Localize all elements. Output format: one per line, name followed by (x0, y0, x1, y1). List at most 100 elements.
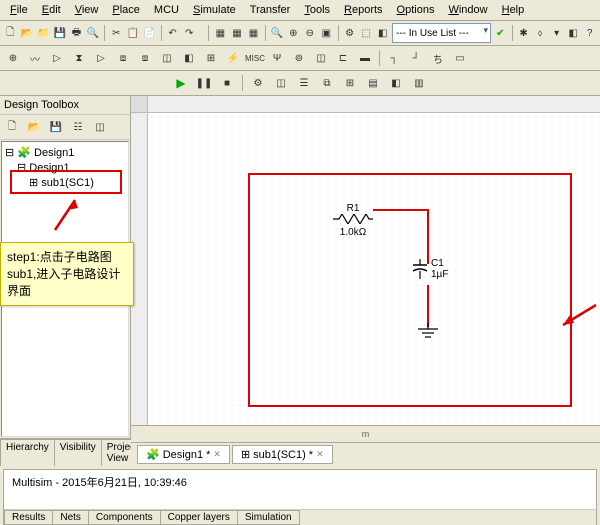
menu-file[interactable]: FFileile (4, 2, 34, 18)
menu-place[interactable]: Place (106, 2, 146, 18)
close-tab-icon[interactable]: ✕ (213, 449, 221, 460)
help-icon[interactable]: ? (582, 23, 597, 43)
ground-symbol[interactable] (416, 323, 440, 344)
run-icon[interactable]: ▶ (171, 73, 191, 93)
tool-f-icon[interactable]: ▾ (549, 23, 564, 43)
comp-conn-icon[interactable]: ⊏ (333, 48, 353, 68)
place-hier-icon[interactable]: ち (428, 48, 448, 68)
comp-cmos-icon[interactable]: ⧈ (135, 48, 155, 68)
tab-nets[interactable]: Nets (52, 510, 89, 525)
tab-design1[interactable]: 🧩 Design1 * ✕ (137, 445, 230, 464)
new-file-icon[interactable]: 🗋 (3, 23, 18, 43)
place-text-icon[interactable]: ▭ (450, 48, 470, 68)
dt-new-icon[interactable]: 🗋 (2, 117, 22, 137)
preview-icon[interactable]: 🔍 (86, 23, 101, 43)
sim-tool3-icon[interactable]: ⧉ (317, 73, 337, 93)
menu-view[interactable]: View (69, 2, 105, 18)
in-use-list-combo[interactable]: --- In Use List --- (392, 23, 491, 43)
menu-reports[interactable]: Reports (338, 2, 389, 18)
comp-trans-icon[interactable]: ⧗ (69, 48, 89, 68)
comp-misc-icon[interactable]: ◫ (157, 48, 177, 68)
comp-rf-icon[interactable]: Ψ (267, 48, 287, 68)
tab-sub1[interactable]: ⊞ sub1(SC1) * ✕ (232, 445, 333, 464)
dt-tool2-icon[interactable]: ◫ (90, 117, 110, 137)
tab-components[interactable]: Components (88, 510, 161, 525)
place-bus-icon[interactable]: ┐ (384, 48, 404, 68)
scrollbar-horizontal[interactable]: m (131, 425, 600, 442)
undo-icon[interactable]: ↶ (165, 23, 180, 43)
place-junc-icon[interactable]: ┘ (406, 48, 426, 68)
comp-source-icon[interactable]: 〰 (25, 48, 45, 68)
menu-edit[interactable]: Edit (36, 2, 67, 18)
tool-a-icon[interactable]: ⚙ (342, 23, 357, 43)
close-tab-icon[interactable]: ✕ (316, 449, 324, 460)
copy-icon[interactable]: 📋 (126, 23, 141, 43)
tab-copper-layers[interactable]: Copper layers (160, 510, 238, 525)
wire-2[interactable] (427, 209, 429, 264)
zoom4-icon[interactable]: ▣ (319, 23, 334, 43)
capacitor-c1[interactable]: C1 1µF (413, 258, 448, 280)
grid3-icon[interactable]: ▦ (246, 23, 261, 43)
sim-tool4-icon[interactable]: ⊞ (340, 73, 360, 93)
sim-tool7-icon[interactable]: ▥ (409, 73, 429, 93)
zoom2-icon[interactable]: ⊕ (286, 23, 301, 43)
interactive-icon[interactable]: ⚙ (248, 73, 268, 93)
tool-c-icon[interactable]: ◧ (375, 23, 390, 43)
comp-basic-icon[interactable]: ⊕ (3, 48, 23, 68)
tab-visibility[interactable]: Visibility (54, 439, 102, 466)
sim-tool2-icon[interactable]: ☰ (294, 73, 314, 93)
menu-tools[interactable]: Tools (298, 2, 336, 18)
comp-ind-icon[interactable]: ⊞ (201, 48, 221, 68)
resistor-r1[interactable]: R1 1.0kΩ (333, 203, 373, 238)
comp-analog-icon[interactable]: ▷ (91, 48, 111, 68)
sim-tool5-icon[interactable]: ▤ (363, 73, 383, 93)
check-icon[interactable]: ✔ (493, 23, 508, 43)
zoom1-icon[interactable]: 🔍 (269, 23, 284, 43)
sim-tool6-icon[interactable]: ◧ (386, 73, 406, 93)
tree-sub1[interactable]: ⊞ sub1(SC1) (5, 175, 125, 190)
tab-hierarchy[interactable]: Hierarchy (0, 439, 55, 466)
print-icon[interactable]: 🖶 (69, 23, 84, 43)
tab-results[interactable]: Results (4, 510, 53, 525)
tree-root[interactable]: ⊟ 🧩 Design1 (5, 145, 125, 160)
tool-b-icon[interactable]: ⬚ (359, 23, 374, 43)
tree-design1[interactable]: ⊟ Design1 (5, 160, 125, 175)
comp-mixed-icon[interactable]: ◧ (179, 48, 199, 68)
dt-tool1-icon[interactable]: ☷ (68, 117, 88, 137)
comp-power-icon[interactable]: ⚡ (223, 48, 243, 68)
comp-ttl-icon[interactable]: ⧈ (113, 48, 133, 68)
comp-em-icon[interactable]: ⊚ (289, 48, 309, 68)
redo-icon[interactable]: ↷ (182, 23, 197, 43)
stop-icon[interactable]: ■ (217, 73, 237, 93)
comp-diode-icon[interactable]: ▷ (47, 48, 67, 68)
comp-ni-icon[interactable]: ◫ (311, 48, 331, 68)
design-tree[interactable]: ⊟ 🧩 Design1 ⊟ Design1 ⊞ sub1(SC1) step1:… (1, 141, 129, 437)
zoom3-icon[interactable]: ⊖ (303, 23, 318, 43)
wire-1[interactable] (373, 209, 428, 211)
menu-mcu[interactable]: MCU (148, 2, 185, 18)
tab-simulation[interactable]: Simulation (237, 510, 300, 525)
menu-window[interactable]: Window (442, 2, 493, 18)
dt-open-icon[interactable]: 📂 (24, 117, 44, 137)
tool-e-icon[interactable]: ⬨ (533, 23, 548, 43)
schematic-canvas[interactable]: R1 1.0kΩ C1 1µF (148, 113, 600, 425)
pause-icon[interactable]: ❚❚ (194, 73, 214, 93)
output-log[interactable]: Multisim - 2015年6月21日, 10:39:46 (4, 470, 596, 509)
dt-save-icon[interactable]: 💾 (46, 117, 66, 137)
sim-tool1-icon[interactable]: ◫ (271, 73, 291, 93)
tool-d-icon[interactable]: ✱ (516, 23, 531, 43)
comp-misc2-icon[interactable]: MISC (245, 48, 265, 68)
menu-transfer[interactable]: Transfer (244, 2, 297, 18)
grid2-icon[interactable]: ▦ (230, 23, 245, 43)
grid1-icon[interactable]: ▦ (213, 23, 228, 43)
paste-icon[interactable]: 📄 (142, 23, 157, 43)
menu-options[interactable]: Options (391, 2, 441, 18)
save-icon[interactable]: 💾 (53, 23, 68, 43)
comp-mcu-icon[interactable]: ▬ (355, 48, 375, 68)
tool-g-icon[interactable]: ◧ (566, 23, 581, 43)
open-file-icon[interactable]: 📂 (20, 23, 35, 43)
wire-3[interactable] (427, 285, 429, 327)
cut-icon[interactable]: ✂ (109, 23, 124, 43)
open2-icon[interactable]: 📁 (36, 23, 51, 43)
menu-simulate[interactable]: Simulate (187, 2, 242, 18)
